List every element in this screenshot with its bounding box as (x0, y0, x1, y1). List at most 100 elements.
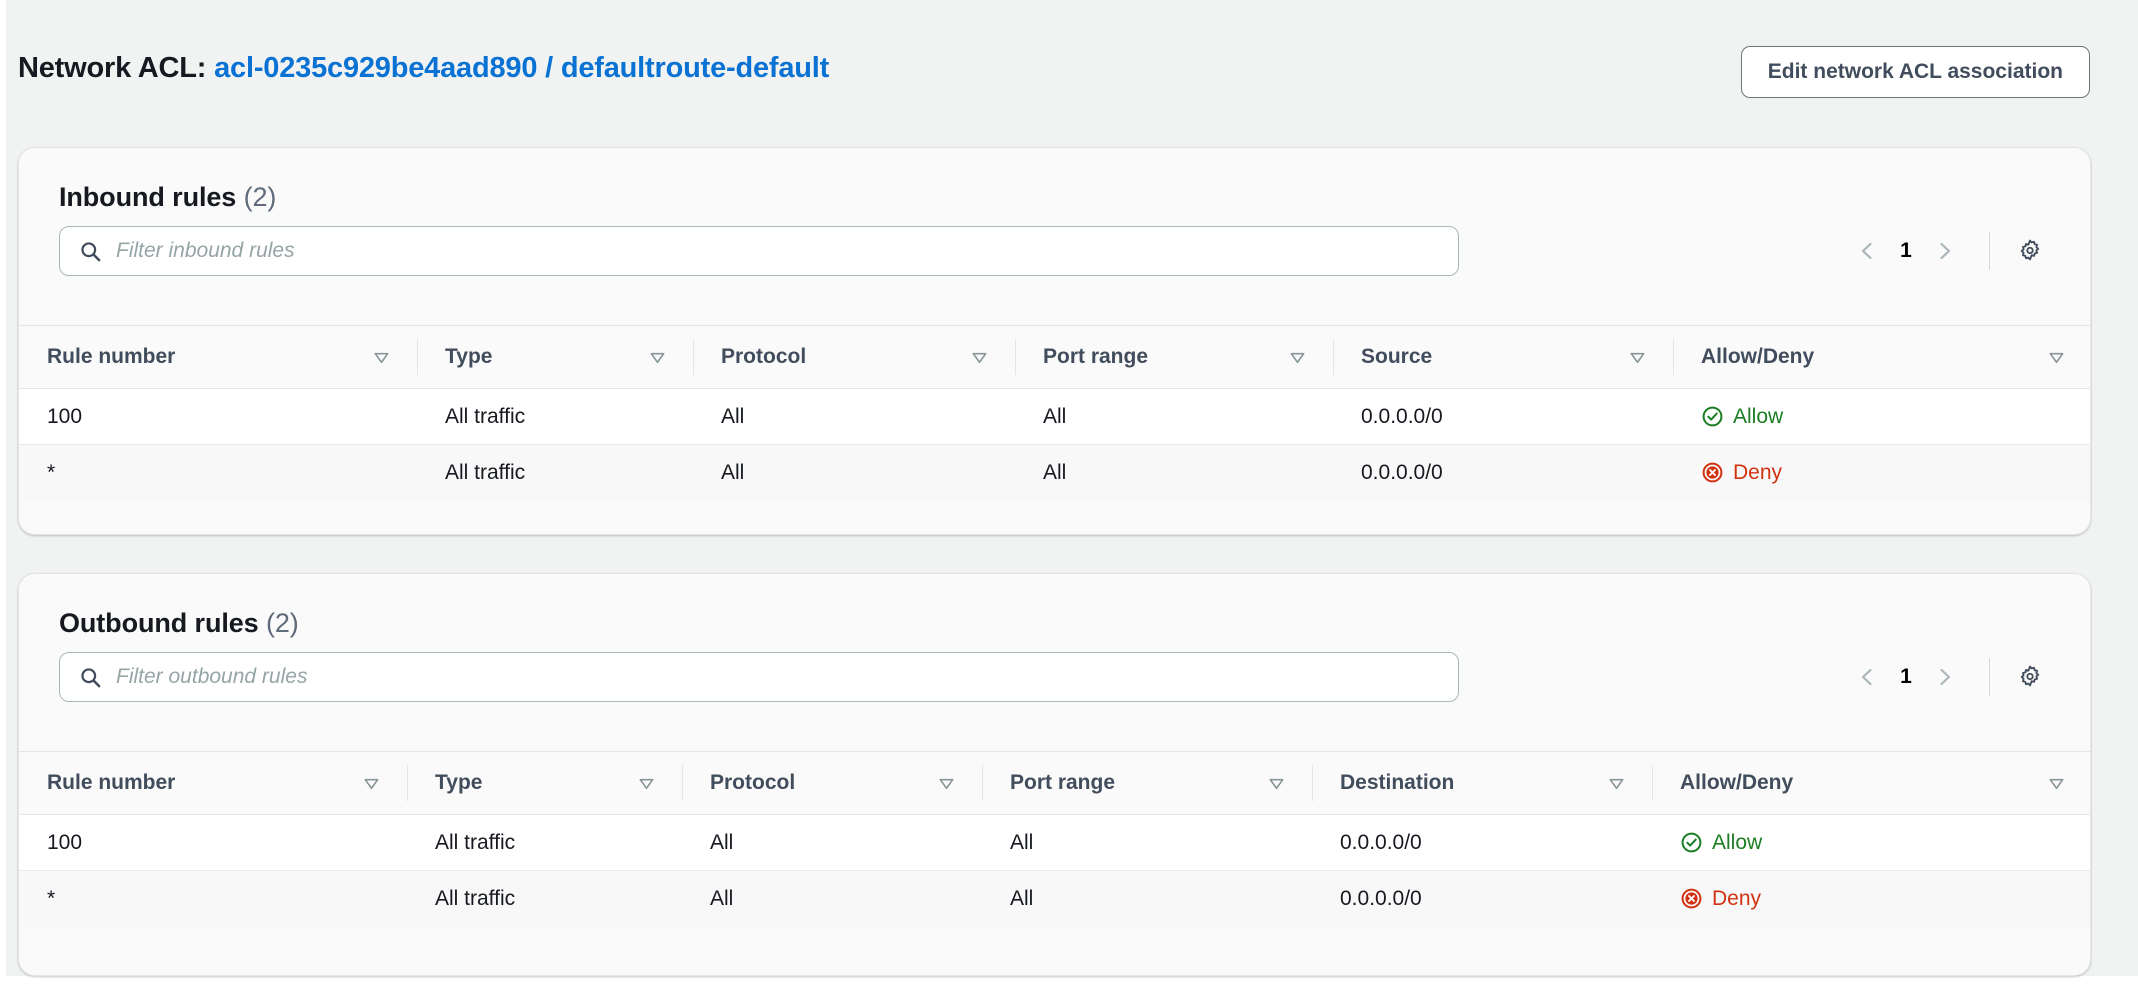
inbound-prev-page-button[interactable] (1845, 229, 1889, 273)
cell-allow-deny: Deny (1652, 871, 2091, 927)
cell-type: All traffic (407, 871, 682, 927)
inbound-pagination: 1 (1845, 226, 2052, 276)
outbound-col-type-label: Type (435, 771, 482, 795)
status-label: Deny (1733, 461, 1782, 485)
status-label: Allow (1712, 831, 1762, 855)
outbound-col-allow-deny-label: Allow/Deny (1680, 771, 1793, 795)
pagination-divider (1989, 232, 1990, 270)
sort-icon (2047, 348, 2066, 367)
cell-destination: 0.0.0.0/0 (1312, 815, 1652, 871)
outbound-col-port-range[interactable]: Port range (982, 752, 1312, 815)
cell-allow-deny: Deny (1673, 445, 2091, 501)
edit-network-acl-association-button[interactable]: Edit network ACL association (1741, 46, 2090, 98)
outbound-card-header: Outbound rules (2) 1 (19, 574, 2090, 751)
outbound-col-rule-number[interactable]: Rule number (19, 752, 407, 815)
sort-icon (1628, 348, 1647, 367)
cell-port-range: All (982, 871, 1312, 927)
cell-port-range: All (1015, 389, 1333, 445)
inbound-count: (2) (244, 182, 277, 212)
chevron-right-icon (1934, 666, 1956, 688)
outbound-prev-page-button[interactable] (1845, 655, 1889, 699)
cell-type: All traffic (417, 445, 693, 501)
outbound-table-settings-button[interactable] (2008, 655, 2052, 699)
gear-icon (2017, 664, 2043, 690)
inbound-col-port-range-label: Port range (1043, 345, 1148, 369)
cell-rule-number: * (19, 445, 417, 501)
outbound-col-allow-deny[interactable]: Allow/Deny (1652, 752, 2091, 815)
table-row[interactable]: * All traffic All All 0.0.0.0/0 Deny (19, 871, 2091, 927)
page-title-label: Network ACL: (18, 52, 206, 84)
outbound-count: (2) (266, 608, 299, 638)
cell-source: 0.0.0.0/0 (1333, 389, 1673, 445)
cell-source: 0.0.0.0/0 (1333, 445, 1673, 501)
inbound-col-port-range[interactable]: Port range (1015, 326, 1333, 389)
cell-type: All traffic (417, 389, 693, 445)
outbound-filter-input[interactable] (116, 665, 1396, 689)
inbound-filter-wrap[interactable] (59, 226, 1459, 276)
deny-x-circle-icon (1701, 461, 1724, 484)
pagination-divider (1989, 658, 1990, 696)
gear-icon (2017, 238, 2043, 264)
outbound-table-body: 100 All traffic All All 0.0.0.0/0 Allow (19, 815, 2091, 927)
search-icon (79, 240, 102, 263)
outbound-col-port-range-label: Port range (1010, 771, 1115, 795)
inbound-table-body: 100 All traffic All All 0.0.0.0/0 Allow (19, 389, 2091, 501)
inbound-table-head: Rule number Type Protocol Port range (19, 326, 2091, 389)
table-row[interactable]: 100 All traffic All All 0.0.0.0/0 Allow (19, 389, 2091, 445)
status-badge: Allow (1680, 831, 2066, 855)
acl-name-link[interactable]: defaultroute-default (561, 52, 829, 84)
inbound-col-type-label: Type (445, 345, 492, 369)
cell-allow-deny: Allow (1673, 389, 2091, 445)
inbound-filter-input[interactable] (116, 239, 1396, 263)
outbound-header-row: Rule number Type Protocol Port range (19, 752, 2091, 815)
inbound-col-protocol[interactable]: Protocol (693, 326, 1015, 389)
status-badge: Deny (1680, 887, 2066, 911)
outbound-col-protocol-label: Protocol (710, 771, 795, 795)
status-label: Deny (1712, 887, 1761, 911)
sort-icon (2047, 774, 2066, 793)
acl-id-link[interactable]: acl-0235c929be4aad890 (214, 52, 537, 84)
cell-rule-number: 100 (19, 815, 407, 871)
cell-protocol: All (682, 815, 982, 871)
outbound-page-number: 1 (1889, 665, 1923, 689)
page-title: Network ACL: acl-0235c929be4aad890 / def… (18, 52, 829, 85)
cell-allow-deny: Allow (1652, 815, 2091, 871)
network-acl-detail-page: Network ACL: acl-0235c929be4aad890 / def… (0, 0, 2138, 1008)
outbound-rules-table: Rule number Type Protocol Port range (19, 751, 2091, 927)
inbound-col-type[interactable]: Type (417, 326, 693, 389)
sort-icon (1288, 348, 1307, 367)
outbound-filter-wrap[interactable] (59, 652, 1459, 702)
inbound-next-page-button[interactable] (1923, 229, 1967, 273)
outbound-title-text: Outbound rules (59, 608, 259, 638)
inbound-rules-card: Inbound rules (2) 1 (18, 147, 2091, 535)
page-header: Network ACL: acl-0235c929be4aad890 / def… (18, 0, 2093, 125)
inbound-rules-table: Rule number Type Protocol Port range (19, 325, 2091, 501)
inbound-col-source[interactable]: Source (1333, 326, 1673, 389)
table-row[interactable]: 100 All traffic All All 0.0.0.0/0 Allow (19, 815, 2091, 871)
inbound-col-source-label: Source (1361, 345, 1432, 369)
cell-destination: 0.0.0.0/0 (1312, 871, 1652, 927)
inbound-title-text: Inbound rules (59, 182, 236, 212)
search-icon (79, 666, 102, 689)
inbound-table-settings-button[interactable] (2008, 229, 2052, 273)
inbound-section-title: Inbound rules (2) (59, 182, 276, 213)
inbound-page-number: 1 (1889, 239, 1923, 263)
outbound-col-protocol[interactable]: Protocol (682, 752, 982, 815)
outbound-next-page-button[interactable] (1923, 655, 1967, 699)
allow-check-circle-icon (1701, 405, 1724, 428)
table-row[interactable]: * All traffic All All 0.0.0.0/0 Deny (19, 445, 2091, 501)
inbound-col-allow-deny[interactable]: Allow/Deny (1673, 326, 2091, 389)
inbound-col-protocol-label: Protocol (721, 345, 806, 369)
cell-port-range: All (982, 815, 1312, 871)
inbound-card-header: Inbound rules (2) 1 (19, 148, 2090, 325)
outbound-col-destination-label: Destination (1340, 771, 1454, 795)
cell-port-range: All (1015, 445, 1333, 501)
cell-rule-number: 100 (19, 389, 417, 445)
outbound-section-title: Outbound rules (2) (59, 608, 299, 639)
outbound-pagination: 1 (1845, 652, 2052, 702)
inbound-col-rule-number[interactable]: Rule number (19, 326, 417, 389)
outbound-col-destination[interactable]: Destination (1312, 752, 1652, 815)
inbound-col-allow-deny-label: Allow/Deny (1701, 345, 1814, 369)
outbound-col-type[interactable]: Type (407, 752, 682, 815)
sort-icon (970, 348, 989, 367)
